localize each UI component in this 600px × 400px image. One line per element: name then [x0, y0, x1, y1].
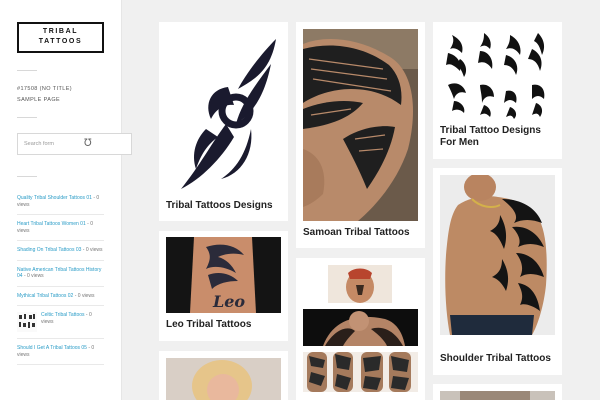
- post-card[interactable]: Tribal Tattoos Designs: [159, 22, 288, 221]
- main-menu: #17508 (NO TITLE) SAMPLE PAGE: [17, 84, 72, 106]
- post-card[interactable]: Samoan Tribal Tattoos: [296, 22, 425, 248]
- post-image-arm-sleeves[interactable]: [303, 352, 418, 392]
- post-image-woman-portrait[interactable]: [166, 358, 281, 400]
- popular-posts-list: Quality Tribal Shoulder Tattoos 01 - 0 v…: [17, 195, 104, 371]
- cursor-icon: ℧: [84, 138, 92, 149]
- divider: [17, 117, 37, 118]
- popular-post-title[interactable]: Should I Get A Tribal Tattoos 05: [17, 345, 87, 351]
- post-image-partial[interactable]: [440, 391, 555, 400]
- post-card[interactable]: [296, 258, 425, 400]
- post-card[interactable]: Leo Leo Tribal Tattoos: [159, 231, 288, 341]
- list-item[interactable]: Shading On Tribal Tattoos 03 - 0 views: [17, 247, 104, 261]
- site-logo[interactable]: TRIBAL TATTOOS: [17, 22, 104, 53]
- menu-item-sample-page[interactable]: SAMPLE PAGE: [17, 95, 72, 106]
- popular-post-views: - 0 views: [81, 247, 103, 253]
- post-card[interactable]: [159, 351, 288, 400]
- post-title[interactable]: Samoan Tribal Tattoos: [303, 227, 410, 239]
- divider: [17, 176, 37, 177]
- list-item[interactable]: Mythical Tribal Tattoos 02 - 0 views: [17, 292, 104, 306]
- post-card[interactable]: Shoulder Tribal Tattoos: [433, 168, 562, 375]
- search-placeholder: Search form: [24, 141, 54, 147]
- sidebar: TRIBAL TATTOOS #17508 (NO TITLE) SAMPLE …: [0, 0, 132, 400]
- search-input[interactable]: Search form ℧: [17, 133, 132, 155]
- popular-post-views: - 0 views: [22, 273, 44, 279]
- list-item[interactable]: Should I Get A Tribal Tattoos 05 - 0 vie…: [17, 345, 104, 365]
- popular-post-views: - 0 views: [73, 292, 95, 299]
- post-card[interactable]: Tribal Tattoo Designs For Men: [433, 22, 562, 159]
- popular-post-title[interactable]: Heart Tribal Tattoos Women 01: [17, 221, 86, 227]
- site-logo-line-2: TATTOOS: [38, 38, 83, 45]
- site-logo-line-1: TRIBAL: [42, 28, 79, 35]
- list-item[interactable]: Celtic Tribal Tattoos - 0 views: [17, 312, 104, 339]
- post-image-native-portrait[interactable]: [328, 265, 392, 303]
- menu-item-untitled[interactable]: #17508 (NO TITLE): [17, 84, 72, 95]
- post-card[interactable]: [433, 384, 562, 400]
- svg-text:Leo: Leo: [212, 292, 245, 311]
- popular-post-title[interactable]: Celtic Tribal Tattoos: [41, 312, 85, 318]
- post-image-shoulder-tattoo[interactable]: [440, 175, 555, 335]
- popular-post-title[interactable]: Quality Tribal Shoulder Tattoos 01: [17, 195, 92, 201]
- post-title[interactable]: Tribal Tattoos Designs: [166, 200, 273, 212]
- post-image-tribal-designs-men[interactable]: [440, 29, 555, 121]
- popular-post-title[interactable]: Shading On Tribal Tattoos 03: [17, 247, 81, 253]
- post-title[interactable]: Tribal Tattoo Designs For Men: [440, 125, 558, 149]
- popular-post-title[interactable]: Mythical Tribal Tattoos 02: [17, 293, 73, 299]
- post-title[interactable]: Shoulder Tribal Tattoos: [440, 353, 551, 365]
- post-image-leo-tattoo[interactable]: Leo: [166, 237, 281, 313]
- list-item[interactable]: Quality Tribal Shoulder Tattoos 01 - 0 v…: [17, 195, 104, 215]
- post-image-tribal-design[interactable]: [166, 29, 281, 204]
- post-image-chest-tattoo[interactable]: [303, 309, 418, 346]
- list-item[interactable]: Native American Tribal Tattoos History 0…: [17, 267, 104, 287]
- list-item[interactable]: Heart Tribal Tattoos Women 01 - 0 views: [17, 221, 104, 241]
- post-image-samoan-sleeve[interactable]: [303, 29, 418, 221]
- post-thumbnail[interactable]: [17, 312, 37, 332]
- post-title[interactable]: Leo Tribal Tattoos: [166, 319, 251, 331]
- divider: [17, 70, 37, 71]
